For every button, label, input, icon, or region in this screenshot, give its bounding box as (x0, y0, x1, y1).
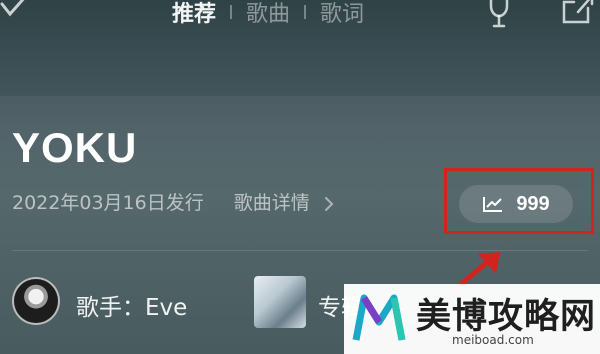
song-meta: 2022年03月16日发行 歌曲详情 (12, 188, 334, 215)
tab-divider (230, 5, 233, 19)
share-icon[interactable] (558, 0, 596, 30)
trophy-icon[interactable] (484, 0, 514, 30)
trend-icon (483, 197, 503, 212)
chevron-right-icon[interactable] (324, 196, 334, 211)
rank-value: 999 (516, 192, 550, 215)
tab-recommend[interactable]: 推荐 (172, 0, 216, 28)
tab-divider (304, 5, 307, 19)
watermark-logo-icon (352, 294, 406, 341)
tab-bar: 推荐 歌曲 歌词 (172, 0, 364, 30)
tab-lyrics[interactable]: 歌词 (320, 0, 364, 28)
singer-avatar[interactable] (12, 277, 60, 325)
tab-songs[interactable]: 歌曲 (246, 0, 290, 28)
watermark-text: 美博攻略网 (416, 297, 597, 337)
rank-button[interactable]: 999 (459, 185, 573, 223)
song-detail-link[interactable]: 歌曲详情 (234, 192, 310, 214)
check-icon[interactable] (0, 0, 28, 22)
song-title: YOKU (12, 124, 138, 171)
top-bar: 推荐 歌曲 歌词 (0, 0, 600, 62)
watermark-url: meiboad.com (452, 333, 534, 347)
singer-name[interactable]: 歌手：Eve (76, 288, 187, 322)
album-cover[interactable] (254, 276, 306, 328)
release-date: 2022年03月16日发行 (12, 192, 204, 214)
